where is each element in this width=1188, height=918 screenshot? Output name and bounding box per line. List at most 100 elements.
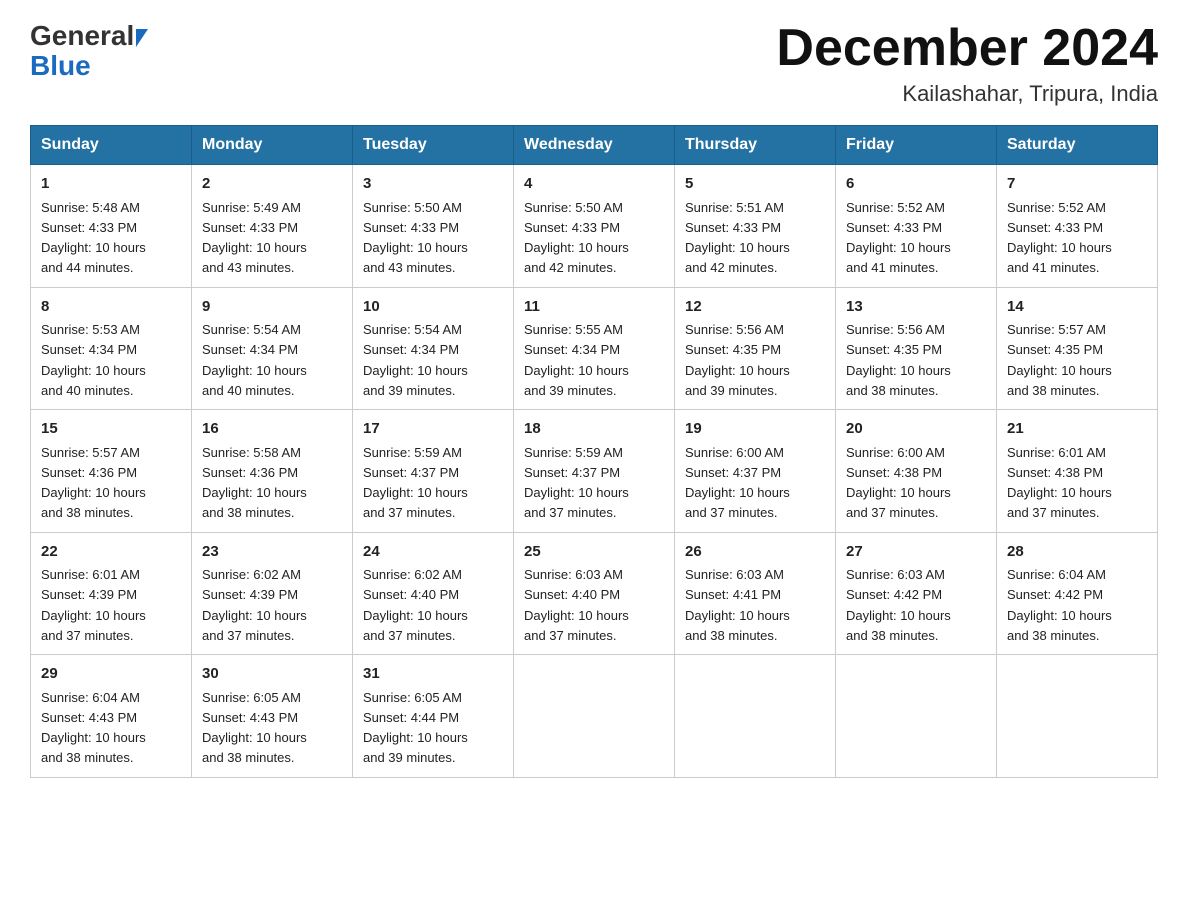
day-info: Sunrise: 6:04 AMSunset: 4:42 PMDaylight:… — [1007, 567, 1112, 643]
calendar-cell: 22 Sunrise: 6:01 AMSunset: 4:39 PMDaylig… — [31, 532, 192, 655]
day-number: 13 — [846, 296, 986, 319]
week-row-2: 8 Sunrise: 5:53 AMSunset: 4:34 PMDayligh… — [31, 287, 1158, 410]
day-info: Sunrise: 5:56 AMSunset: 4:35 PMDaylight:… — [685, 322, 790, 398]
week-row-4: 22 Sunrise: 6:01 AMSunset: 4:39 PMDaylig… — [31, 532, 1158, 655]
logo: General Blue — [30, 20, 148, 82]
calendar-cell: 5 Sunrise: 5:51 AMSunset: 4:33 PMDayligh… — [675, 165, 836, 288]
calendar-cell: 30 Sunrise: 6:05 AMSunset: 4:43 PMDaylig… — [192, 655, 353, 778]
calendar-cell — [514, 655, 675, 778]
calendar-cell: 19 Sunrise: 6:00 AMSunset: 4:37 PMDaylig… — [675, 410, 836, 533]
day-info: Sunrise: 6:00 AMSunset: 4:37 PMDaylight:… — [685, 445, 790, 521]
day-number: 6 — [846, 173, 986, 196]
calendar-title: December 2024 — [776, 20, 1158, 77]
day-info: Sunrise: 5:59 AMSunset: 4:37 PMDaylight:… — [363, 445, 468, 521]
day-info: Sunrise: 6:04 AMSunset: 4:43 PMDaylight:… — [41, 690, 146, 766]
day-number: 28 — [1007, 541, 1147, 564]
day-info: Sunrise: 6:02 AMSunset: 4:39 PMDaylight:… — [202, 567, 307, 643]
calendar-cell: 21 Sunrise: 6:01 AMSunset: 4:38 PMDaylig… — [997, 410, 1158, 533]
calendar-cell: 6 Sunrise: 5:52 AMSunset: 4:33 PMDayligh… — [836, 165, 997, 288]
logo-blue: Blue — [30, 50, 91, 82]
header-thursday: Thursday — [675, 126, 836, 165]
day-number: 10 — [363, 296, 503, 319]
day-info: Sunrise: 5:53 AMSunset: 4:34 PMDaylight:… — [41, 322, 146, 398]
day-number: 30 — [202, 663, 342, 686]
logo-text: General — [30, 20, 148, 52]
day-info: Sunrise: 5:49 AMSunset: 4:33 PMDaylight:… — [202, 200, 307, 276]
calendar-cell: 16 Sunrise: 5:58 AMSunset: 4:36 PMDaylig… — [192, 410, 353, 533]
day-info: Sunrise: 6:05 AMSunset: 4:43 PMDaylight:… — [202, 690, 307, 766]
day-info: Sunrise: 6:01 AMSunset: 4:38 PMDaylight:… — [1007, 445, 1112, 521]
day-number: 22 — [41, 541, 181, 564]
day-number: 20 — [846, 418, 986, 441]
day-info: Sunrise: 6:05 AMSunset: 4:44 PMDaylight:… — [363, 690, 468, 766]
day-info: Sunrise: 5:54 AMSunset: 4:34 PMDaylight:… — [202, 322, 307, 398]
day-number: 3 — [363, 173, 503, 196]
day-number: 27 — [846, 541, 986, 564]
calendar-cell: 20 Sunrise: 6:00 AMSunset: 4:38 PMDaylig… — [836, 410, 997, 533]
day-number: 14 — [1007, 296, 1147, 319]
calendar-cell — [836, 655, 997, 778]
day-number: 12 — [685, 296, 825, 319]
day-number: 21 — [1007, 418, 1147, 441]
day-info: Sunrise: 6:03 AMSunset: 4:40 PMDaylight:… — [524, 567, 629, 643]
day-number: 5 — [685, 173, 825, 196]
calendar-subtitle: Kailashahar, Tripura, India — [776, 81, 1158, 107]
calendar-cell: 2 Sunrise: 5:49 AMSunset: 4:33 PMDayligh… — [192, 165, 353, 288]
day-number: 26 — [685, 541, 825, 564]
day-info: Sunrise: 5:57 AMSunset: 4:35 PMDaylight:… — [1007, 322, 1112, 398]
day-info: Sunrise: 5:55 AMSunset: 4:34 PMDaylight:… — [524, 322, 629, 398]
day-number: 4 — [524, 173, 664, 196]
calendar-cell: 23 Sunrise: 6:02 AMSunset: 4:39 PMDaylig… — [192, 532, 353, 655]
calendar-cell: 14 Sunrise: 5:57 AMSunset: 4:35 PMDaylig… — [997, 287, 1158, 410]
calendar-cell: 29 Sunrise: 6:04 AMSunset: 4:43 PMDaylig… — [31, 655, 192, 778]
calendar-cell — [675, 655, 836, 778]
header-sunday: Sunday — [31, 126, 192, 165]
day-number: 9 — [202, 296, 342, 319]
day-info: Sunrise: 6:03 AMSunset: 4:42 PMDaylight:… — [846, 567, 951, 643]
day-info: Sunrise: 5:48 AMSunset: 4:33 PMDaylight:… — [41, 200, 146, 276]
day-info: Sunrise: 5:59 AMSunset: 4:37 PMDaylight:… — [524, 445, 629, 521]
day-number: 16 — [202, 418, 342, 441]
calendar-cell: 1 Sunrise: 5:48 AMSunset: 4:33 PMDayligh… — [31, 165, 192, 288]
calendar-cell: 11 Sunrise: 5:55 AMSunset: 4:34 PMDaylig… — [514, 287, 675, 410]
calendar-cell: 17 Sunrise: 5:59 AMSunset: 4:37 PMDaylig… — [353, 410, 514, 533]
day-number: 31 — [363, 663, 503, 686]
day-info: Sunrise: 5:51 AMSunset: 4:33 PMDaylight:… — [685, 200, 790, 276]
day-number: 25 — [524, 541, 664, 564]
day-number: 11 — [524, 296, 664, 319]
calendar-cell: 7 Sunrise: 5:52 AMSunset: 4:33 PMDayligh… — [997, 165, 1158, 288]
day-number: 19 — [685, 418, 825, 441]
header-monday: Monday — [192, 126, 353, 165]
day-info: Sunrise: 5:52 AMSunset: 4:33 PMDaylight:… — [1007, 200, 1112, 276]
day-number: 2 — [202, 173, 342, 196]
calendar-cell: 28 Sunrise: 6:04 AMSunset: 4:42 PMDaylig… — [997, 532, 1158, 655]
calendar-cell: 26 Sunrise: 6:03 AMSunset: 4:41 PMDaylig… — [675, 532, 836, 655]
day-number: 29 — [41, 663, 181, 686]
day-number: 17 — [363, 418, 503, 441]
day-info: Sunrise: 5:50 AMSunset: 4:33 PMDaylight:… — [524, 200, 629, 276]
calendar-cell: 31 Sunrise: 6:05 AMSunset: 4:44 PMDaylig… — [353, 655, 514, 778]
day-info: Sunrise: 6:03 AMSunset: 4:41 PMDaylight:… — [685, 567, 790, 643]
week-row-3: 15 Sunrise: 5:57 AMSunset: 4:36 PMDaylig… — [31, 410, 1158, 533]
calendar-table: SundayMondayTuesdayWednesdayThursdayFrid… — [30, 125, 1158, 778]
day-info: Sunrise: 6:02 AMSunset: 4:40 PMDaylight:… — [363, 567, 468, 643]
day-info: Sunrise: 6:00 AMSunset: 4:38 PMDaylight:… — [846, 445, 951, 521]
calendar-cell — [997, 655, 1158, 778]
header-saturday: Saturday — [997, 126, 1158, 165]
day-number: 15 — [41, 418, 181, 441]
day-info: Sunrise: 6:01 AMSunset: 4:39 PMDaylight:… — [41, 567, 146, 643]
calendar-cell: 12 Sunrise: 5:56 AMSunset: 4:35 PMDaylig… — [675, 287, 836, 410]
calendar-cell: 15 Sunrise: 5:57 AMSunset: 4:36 PMDaylig… — [31, 410, 192, 533]
calendar-cell: 4 Sunrise: 5:50 AMSunset: 4:33 PMDayligh… — [514, 165, 675, 288]
calendar-header-row: SundayMondayTuesdayWednesdayThursdayFrid… — [31, 126, 1158, 165]
day-number: 1 — [41, 173, 181, 196]
header-wednesday: Wednesday — [514, 126, 675, 165]
day-info: Sunrise: 5:58 AMSunset: 4:36 PMDaylight:… — [202, 445, 307, 521]
calendar-cell: 9 Sunrise: 5:54 AMSunset: 4:34 PMDayligh… — [192, 287, 353, 410]
logo-general: General — [30, 20, 134, 51]
calendar-cell: 3 Sunrise: 5:50 AMSunset: 4:33 PMDayligh… — [353, 165, 514, 288]
calendar-cell: 10 Sunrise: 5:54 AMSunset: 4:34 PMDaylig… — [353, 287, 514, 410]
day-info: Sunrise: 5:52 AMSunset: 4:33 PMDaylight:… — [846, 200, 951, 276]
day-info: Sunrise: 5:54 AMSunset: 4:34 PMDaylight:… — [363, 322, 468, 398]
day-info: Sunrise: 5:57 AMSunset: 4:36 PMDaylight:… — [41, 445, 146, 521]
